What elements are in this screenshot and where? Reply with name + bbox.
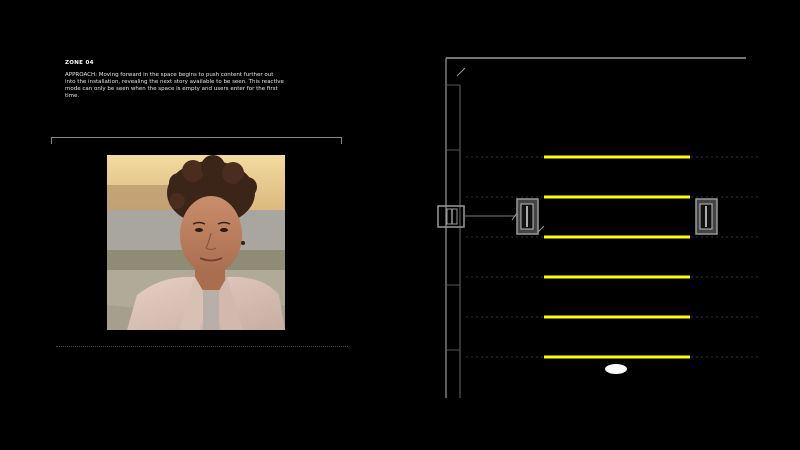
sensor-middle-icon xyxy=(516,198,539,235)
floor-plan-diagram xyxy=(437,57,760,398)
content-lines xyxy=(544,155,690,359)
grid-rows xyxy=(466,156,760,358)
visitor-marker-icon xyxy=(605,364,627,374)
door-mark xyxy=(456,67,466,77)
sensor-right-icon xyxy=(695,198,718,235)
sensor-tick xyxy=(537,225,545,233)
wall-ticks xyxy=(446,84,460,351)
